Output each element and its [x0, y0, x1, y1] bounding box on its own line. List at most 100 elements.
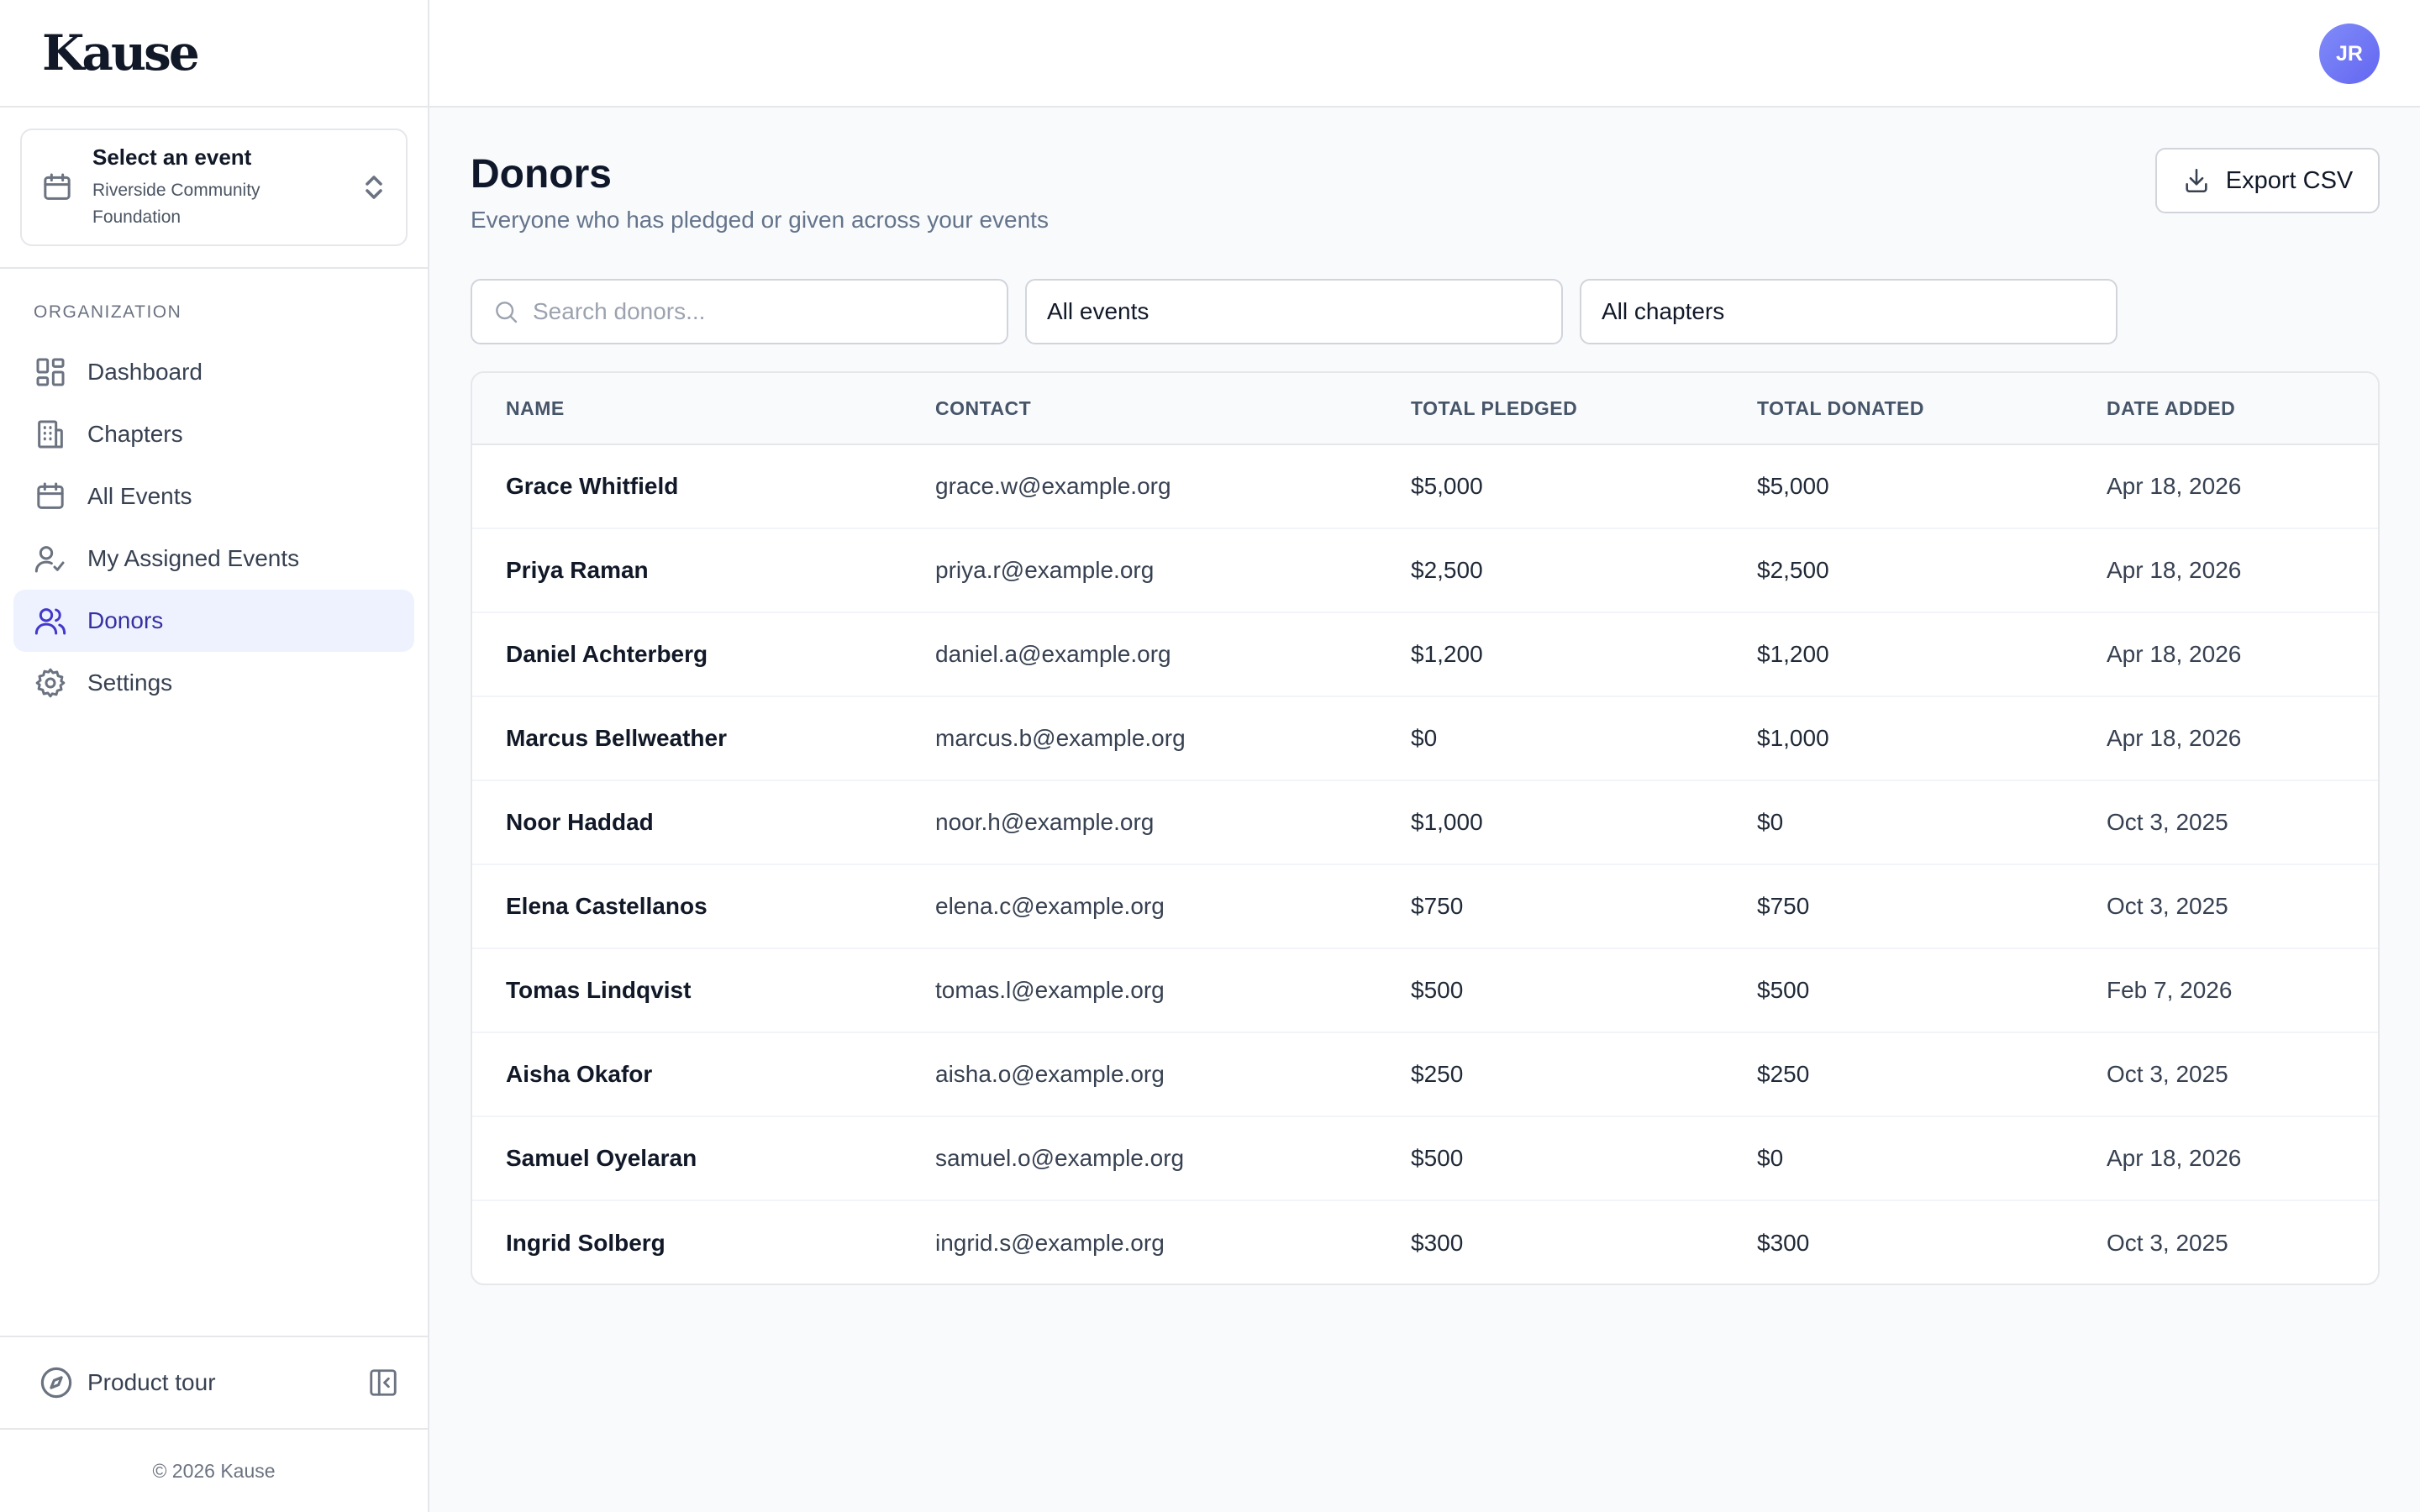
donor-total-pledged: $750 [1411, 893, 1464, 919]
chapter-filter-select[interactable]: All chapters [1580, 279, 2118, 344]
table-row[interactable]: Daniel Achterberg daniel.a@example.org $… [472, 613, 2378, 697]
table-row[interactable]: Marcus Bellweather marcus.b@example.org … [472, 697, 2378, 781]
sidebar-item-label: Chapters [87, 421, 183, 447]
table-row[interactable]: Samuel Oyelaran samuel.o@example.org $50… [472, 1117, 2378, 1201]
event-selector-wrap: Select an event Riverside Community Foun… [0, 108, 428, 269]
column-header-total-donated[interactable]: TOTAL DONATED [1757, 397, 2107, 420]
export-csv-label: Export CSV [2225, 166, 2354, 194]
column-header-contact[interactable]: CONTACT [935, 397, 1411, 420]
sidebar-item-label: My Assigned Events [87, 545, 300, 571]
sidebar-item-donors[interactable]: Donors [13, 590, 414, 652]
donor-total-pledged: $2,500 [1411, 557, 1483, 583]
donor-date-added: Apr 18, 2026 [2107, 1145, 2242, 1171]
event-selector-text: Select an event Riverside Community Foun… [92, 144, 362, 231]
sidebar-bottom: Product tour © 2026 Kause [0, 1336, 428, 1512]
donor-name: Priya Raman [506, 557, 649, 583]
app-logo[interactable]: Kause [42, 24, 200, 81]
sidebar: Kause Select an event Riverside Communit… [0, 0, 429, 1512]
table-row[interactable]: Grace Whitfield grace.w@example.org $5,0… [472, 445, 2378, 529]
search-input[interactable]: Search donors... [471, 279, 1008, 344]
table-row[interactable]: Tomas Lindqvist tomas.l@example.org $500… [472, 949, 2378, 1033]
product-tour-button[interactable]: Product tour [87, 1369, 367, 1396]
logo-row: Kause [0, 0, 428, 108]
donor-date-added: Oct 3, 2025 [2107, 1061, 2228, 1087]
donors-table: NAME CONTACT TOTAL PLEDGED TOTAL DONATED… [471, 371, 2380, 1285]
donor-total-donated: $250 [1757, 1061, 1810, 1087]
topbar: JR [429, 0, 2420, 108]
collapse-sidebar-icon[interactable] [367, 1367, 399, 1399]
donor-total-donated: $750 [1757, 893, 1810, 919]
donor-total-donated: $2,500 [1757, 557, 1829, 583]
compass-icon [40, 1367, 72, 1399]
donor-total-pledged: $1,000 [1411, 809, 1483, 835]
calendar-icon [37, 482, 64, 509]
search-icon [496, 302, 518, 323]
gear-icon [35, 668, 66, 698]
event-filter-select[interactable]: All events [1025, 279, 1563, 344]
donor-total-donated: $1,200 [1757, 641, 1829, 667]
column-header-total-pledged[interactable]: TOTAL PLEDGED [1411, 397, 1757, 420]
event-selector-title: Select an event [92, 144, 252, 170]
donor-contact: daniel.a@example.org [935, 641, 1171, 667]
donor-name: Marcus Bellweather [506, 725, 727, 751]
building-icon [38, 420, 63, 449]
donor-contact: noor.h@example.org [935, 809, 1155, 835]
sidebar-item-label: Dashboard [87, 359, 203, 385]
donor-contact: priya.r@example.org [935, 557, 1155, 583]
event-selector[interactable]: Select an event Riverside Community Foun… [20, 129, 408, 246]
sidebar-nav: ORGANIZATION Dashboard Chapters All Even… [0, 269, 428, 714]
donor-name: Samuel Oyelaran [506, 1145, 697, 1171]
donor-name: Elena Castellanos [506, 893, 708, 919]
donor-name: Grace Whitfield [506, 473, 679, 499]
donor-total-pledged: $0 [1411, 725, 1438, 751]
sidebar-item-chapters[interactable]: Chapters [13, 403, 414, 465]
page-title: Donors [471, 152, 612, 197]
table-row[interactable]: Aisha Okafor aisha.o@example.org $250 $2… [472, 1033, 2378, 1117]
column-header-date-added[interactable]: DATE ADDED [2107, 397, 2375, 420]
calendar-icon [44, 173, 71, 200]
copyright: © 2026 Kause [0, 1428, 428, 1512]
table-row[interactable]: Elena Castellanos elena.c@example.org $7… [472, 865, 2378, 949]
search-placeholder: Search donors... [533, 298, 706, 324]
sidebar-item-my-assigned-events[interactable]: My Assigned Events [13, 528, 414, 590]
donor-total-donated: $0 [1757, 1145, 1784, 1171]
donor-name: Daniel Achterberg [506, 641, 708, 667]
donor-total-donated: $500 [1757, 977, 1810, 1003]
donor-total-donated: $5,000 [1757, 473, 1829, 499]
product-tour-row: Product tour [0, 1336, 428, 1428]
users-icon [34, 608, 66, 635]
sidebar-item-settings[interactable]: Settings [13, 652, 414, 714]
donor-total-pledged: $250 [1411, 1061, 1464, 1087]
sidebar-item-dashboard[interactable]: Dashboard [13, 341, 414, 403]
donor-date-added: Apr 18, 2026 [2107, 473, 2242, 499]
donor-name: Noor Haddad [506, 809, 654, 835]
avatar[interactable]: JR [2319, 24, 2380, 84]
sidebar-item-all-events[interactable]: All Events [13, 465, 414, 528]
donor-contact: tomas.l@example.org [935, 977, 1165, 1003]
donor-contact: marcus.b@example.org [935, 725, 1186, 751]
sidebar-item-label: Donors [87, 607, 164, 633]
donor-total-donated: $300 [1757, 1230, 1810, 1256]
donor-total-pledged: $500 [1411, 1145, 1464, 1171]
dashboard-icon [36, 358, 65, 386]
donor-date-added: Feb 7, 2026 [2107, 977, 2233, 1003]
donor-name: Tomas Lindqvist [506, 977, 692, 1003]
donor-contact: aisha.o@example.org [935, 1061, 1165, 1087]
donor-total-pledged: $500 [1411, 977, 1464, 1003]
table-row[interactable]: Ingrid Solberg ingrid.s@example.org $300… [472, 1201, 2378, 1284]
sidebar-item-label: Settings [87, 669, 173, 696]
donor-total-donated: $0 [1757, 809, 1784, 835]
donor-date-added: Apr 18, 2026 [2107, 557, 2242, 583]
event-selector-subtitle: Riverside Community Foundation [92, 180, 260, 227]
donor-total-pledged: $1,200 [1411, 641, 1483, 667]
donor-total-pledged: $300 [1411, 1230, 1464, 1256]
table-row[interactable]: Priya Raman priya.r@example.org $2,500 $… [472, 529, 2378, 613]
donor-date-added: Oct 3, 2025 [2107, 809, 2228, 835]
donor-name: Ingrid Solberg [506, 1230, 666, 1256]
donor-date-added: Oct 3, 2025 [2107, 1230, 2228, 1256]
nav-section-label: ORGANIZATION [34, 302, 182, 322]
column-header-name[interactable]: NAME [472, 397, 935, 420]
export-csv-button[interactable]: Export CSV [2155, 148, 2380, 213]
table-row[interactable]: Noor Haddad noor.h@example.org $1,000 $0… [472, 781, 2378, 865]
donor-contact: ingrid.s@example.org [935, 1230, 1165, 1256]
